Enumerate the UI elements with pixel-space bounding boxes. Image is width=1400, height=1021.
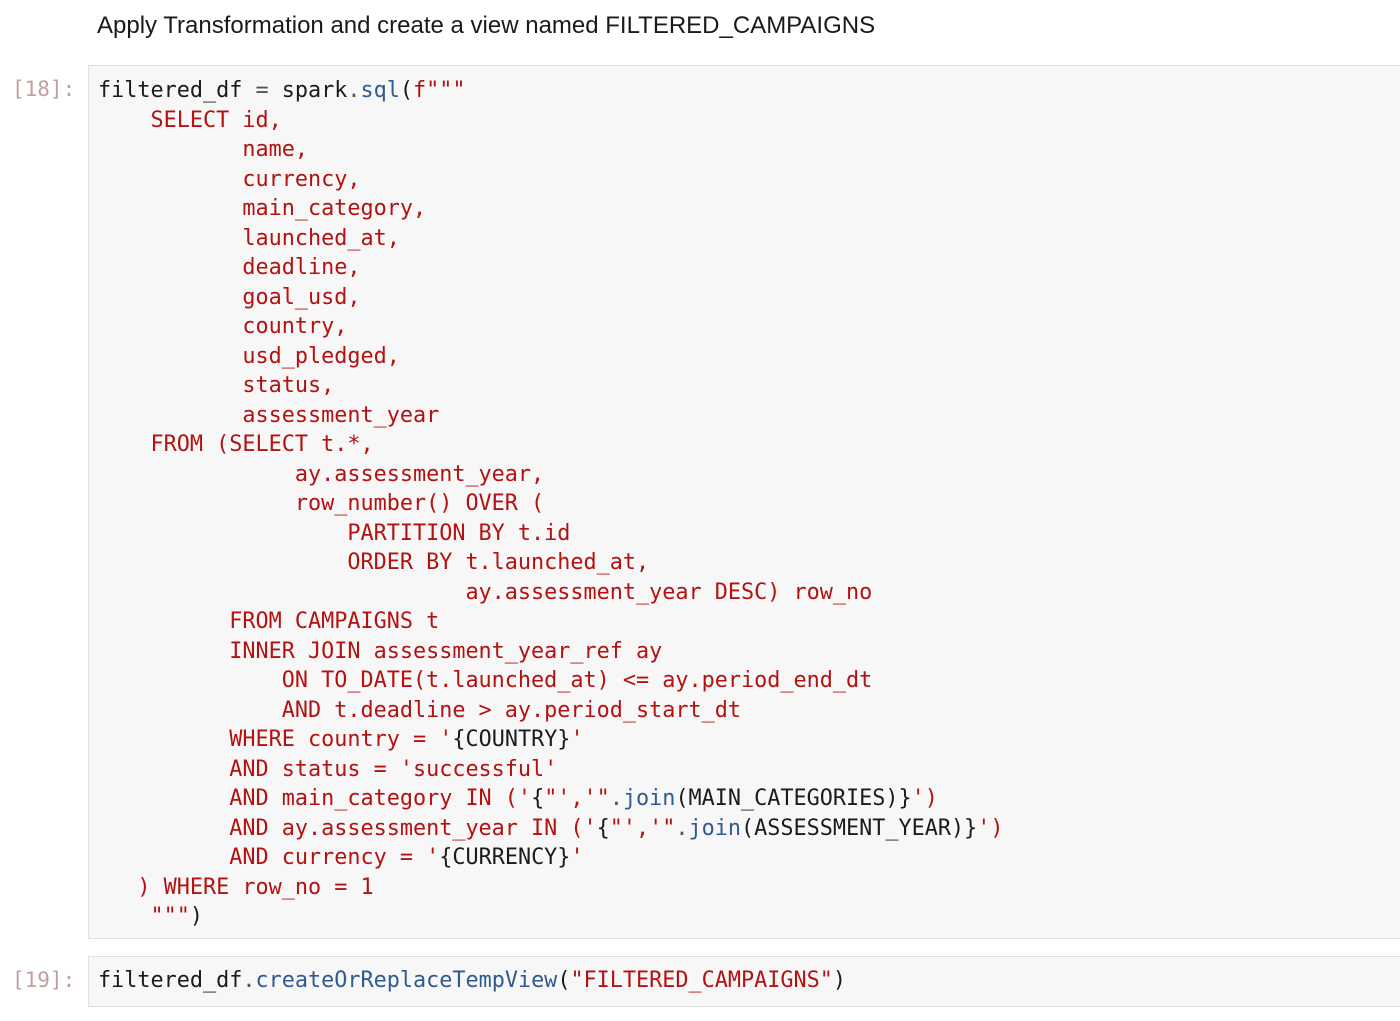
code-input-area[interactable]: filtered_df = spark.sql(f""" SELECT id, …: [88, 65, 1400, 939]
string-token: "','": [609, 815, 676, 841]
string-token: "','": [544, 786, 610, 811]
cell-prompt: [18]:: [12, 77, 76, 101]
code-text: {CURRENCY}: [439, 845, 571, 870]
cell-prompt: [19]:: [12, 968, 76, 992]
markdown-heading: Apply Transformation and create a view n…: [97, 12, 876, 39]
code-text: filtered_df: [98, 968, 243, 993]
code-text: (MAIN_CATEGORIES)}: [675, 786, 912, 811]
method-token: join: [622, 786, 676, 811]
method-token: join: [688, 815, 742, 841]
method-token: createOrReplaceTempView: [255, 968, 558, 993]
string-token: f""" SELECT id, name, currency, main_cat…: [150, 78, 873, 752]
operator-token: .: [675, 815, 689, 841]
operator-token: .: [609, 786, 623, 811]
code-text: {: [596, 815, 610, 841]
code-content[interactable]: filtered_df = spark.sql(f""" SELECT id, …: [89, 66, 1400, 932]
operator-token: .: [242, 968, 256, 993]
code-text: spark: [268, 78, 348, 103]
code-content[interactable]: filtered_df.createOrReplaceTempView("FIL…: [89, 957, 1400, 996]
code-text: ): [832, 968, 847, 993]
operator-token: =: [255, 78, 269, 103]
string-token: "FILTERED_CAMPAIGNS": [570, 968, 833, 993]
operator-token: .: [347, 78, 361, 103]
code-text: ): [189, 904, 203, 929]
code-input-area[interactable]: filtered_df.createOrReplaceTempView("FIL…: [88, 956, 1400, 1007]
code-text: {: [531, 786, 545, 811]
code-text: (: [399, 78, 413, 103]
method-token: sql: [360, 78, 400, 103]
code-text: (ASSESSMENT_YEAR)}: [741, 815, 978, 841]
code-text: {COUNTRY}: [452, 727, 571, 752]
code-text: (: [557, 968, 571, 993]
code-text: filtered_df: [98, 78, 256, 103]
